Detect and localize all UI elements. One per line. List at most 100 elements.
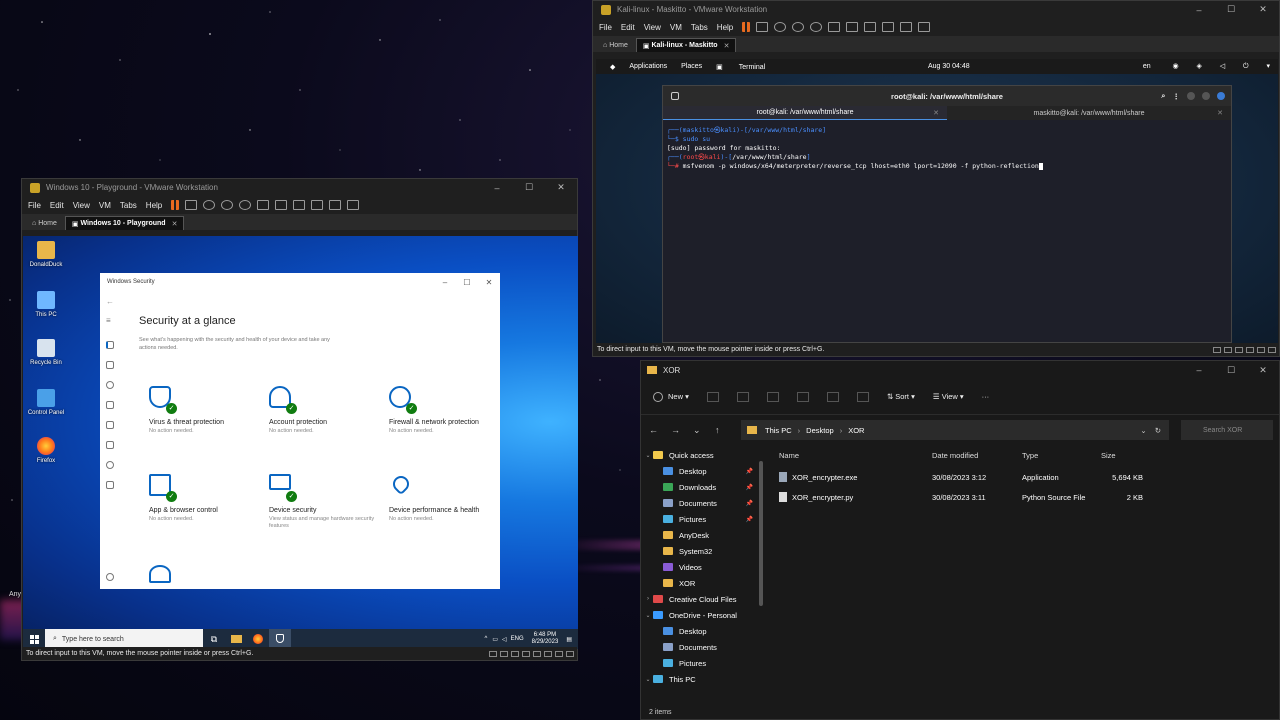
sidebar-item[interactable]: System32 (641, 543, 763, 559)
pin-icon[interactable]: 📌 (746, 500, 753, 507)
input-language[interactable]: ENG (511, 636, 524, 642)
address-bar[interactable]: This PC › Desktop › XOR ⌄ ↻ (741, 420, 1169, 440)
sidebar-item[interactable]: Pictures (641, 655, 763, 671)
snapshot-manager-icon[interactable] (239, 200, 252, 210)
applications-menu[interactable]: Applications (629, 63, 667, 70)
sidebar-toggle-icon[interactable] (828, 22, 841, 32)
volume-icon[interactable]: ◁ (1220, 63, 1225, 70)
tile-account-protection[interactable]: ✓ Account protection No action needed. (269, 386, 379, 435)
back-arrow-icon[interactable]: ← (106, 297, 114, 306)
usb-status-icon[interactable] (522, 650, 530, 657)
terminal-window[interactable]: root@kali: /var/www/html/share ⌕ ⋮ root@… (662, 85, 1232, 343)
maximize-icon[interactable] (1202, 92, 1210, 100)
tile-family-options[interactable] (149, 565, 259, 597)
menu-view[interactable]: View (73, 201, 90, 210)
menu-tabs[interactable]: Tabs (691, 23, 708, 32)
menu-edit[interactable]: Edit (621, 23, 635, 32)
windows-security-window[interactable]: Windows Security – ☐ ✕ ← ≡ Security at a… (100, 273, 500, 589)
maximize-icon[interactable]: ☐ (1215, 4, 1247, 15)
terminal-output[interactable]: ┌──(maskitto㉿kali)-[/var/www/html/share]… (663, 120, 1231, 177)
chevron-icon[interactable]: ⌄ (643, 452, 653, 459)
message-status-icon[interactable] (566, 650, 574, 657)
menu-help[interactable]: Help (717, 23, 733, 32)
explorer-titlebar[interactable]: XOR – ☐ ✕ (641, 361, 1279, 379)
desktop-icon-control-panel[interactable]: Control Panel (27, 389, 65, 416)
taskbar-clock[interactable]: 6:48 PM 8/29/2023 (532, 632, 559, 646)
console-view-icon[interactable] (900, 22, 913, 32)
column-name[interactable]: Name (775, 451, 932, 460)
usb-status-icon[interactable] (1235, 346, 1243, 353)
file-explorer-window[interactable]: XOR – ☐ ✕ New ▾ ⇅ Sort ▾ ☰ View ▾ ··· ← … (640, 360, 1280, 720)
pin-icon[interactable]: 📌 (746, 516, 753, 523)
paste-icon[interactable] (766, 391, 779, 402)
app-browser-icon[interactable] (106, 421, 114, 429)
terminal-titlebar[interactable]: root@kali: /var/www/html/share ⌕ ⋮ (663, 86, 1231, 106)
cd-status-icon[interactable] (500, 650, 508, 657)
places-menu[interactable]: Places (681, 63, 702, 70)
tab-kali-linux[interactable]: ▣ Kali-linux - Maskitto ✕ (635, 38, 737, 52)
sidebar-item[interactable]: › Creative Cloud Files (641, 591, 763, 607)
sidebar-item[interactable]: Documents (641, 639, 763, 655)
recent-locations-icon[interactable]: ⌄ (693, 425, 715, 436)
column-size[interactable]: Size (1097, 451, 1143, 460)
pin-icon[interactable]: 📌 (746, 484, 753, 491)
close-tab-icon[interactable]: ✕ (933, 109, 939, 117)
close-tab-icon[interactable]: ✕ (724, 42, 730, 50)
sidebar-item[interactable]: Videos (641, 559, 763, 575)
chevron-down-icon[interactable]: ⌄ (1140, 426, 1146, 435)
desktop-icon-recycle-bin[interactable]: Recycle Bin (27, 339, 65, 366)
vmware-titlebar[interactable]: Windows 10 - Playground - VMware Worksta… (22, 179, 577, 196)
notification-icon[interactable]: ▤ (566, 636, 572, 643)
tile-app-browser-control[interactable]: ✓ App & browser control No action needed… (149, 474, 259, 523)
shield-icon[interactable] (106, 361, 114, 369)
hdd-status-icon[interactable] (489, 650, 497, 657)
up-arrow-icon[interactable]: ↑ (715, 425, 737, 435)
sidebar-item[interactable]: ⌄ Quick access (641, 447, 763, 463)
menu-tabs[interactable]: Tabs (120, 201, 137, 210)
kebab-menu-icon[interactable]: ⋮ (1173, 92, 1181, 101)
thumbnail-icon[interactable] (846, 22, 859, 32)
sidebar-item[interactable]: AnyDesk (641, 527, 763, 543)
pause-icon[interactable] (742, 22, 751, 32)
close-icon[interactable]: ✕ (1247, 365, 1279, 376)
column-date-modified[interactable]: Date modified (932, 451, 1022, 460)
sidebar-item[interactable]: Desktop (641, 623, 763, 639)
tile-firewall-network-protection[interactable]: ✓ Firewall & network protection No actio… (389, 386, 499, 435)
minimize-icon[interactable]: – (1183, 5, 1215, 15)
security-titlebar[interactable]: Windows Security – ☐ ✕ (100, 273, 500, 291)
table-row[interactable]: XOR_encrypter.exe 30/08/2023 3:12 Applic… (775, 467, 1279, 487)
network-status-icon[interactable] (1224, 346, 1232, 353)
new-tab-icon[interactable] (671, 92, 679, 100)
rename-icon[interactable] (796, 391, 809, 402)
chevron-up-icon[interactable]: ^ (484, 636, 487, 642)
copy-icon[interactable] (736, 391, 749, 402)
send-ctrl-alt-del-icon[interactable] (185, 200, 198, 210)
search-icon[interactable]: ⌕ (1161, 91, 1165, 101)
home-icon[interactable] (106, 341, 114, 349)
minimize-icon[interactable]: – (481, 183, 513, 193)
close-icon[interactable]: ✕ (478, 278, 500, 287)
breadcrumb-desktop[interactable]: Desktop (806, 426, 834, 435)
delete-icon[interactable] (856, 391, 869, 402)
wifi-icon[interactable] (106, 401, 114, 409)
network-status-icon[interactable] (511, 650, 519, 657)
sidebar-item[interactable]: XOR (641, 575, 763, 591)
table-row[interactable]: XOR_encrypter.py 30/08/2023 3:11 Python … (775, 487, 1279, 507)
sidebar-item[interactable]: ⌄ OneDrive - Personal (641, 607, 763, 623)
network-icon[interactable]: ◈ (1196, 63, 1201, 70)
kali-menu-icon[interactable]: ◆ (610, 63, 615, 71)
cut-icon[interactable] (706, 391, 719, 402)
sidebar-item[interactable]: Pictures 📌 (641, 511, 763, 527)
sidebar-item[interactable]: Documents 📌 (641, 495, 763, 511)
network-icon[interactable]: ▭ (492, 636, 498, 643)
windows-security-taskbar-icon[interactable] (269, 629, 291, 649)
share-icon[interactable] (826, 391, 839, 402)
menu-file[interactable]: File (28, 201, 41, 210)
sound-status-icon[interactable] (1246, 346, 1254, 353)
tile-device-security[interactable]: ✓ Device security View status and manage… (269, 474, 379, 530)
task-view-icon[interactable]: ⧉ (203, 629, 225, 649)
vmware-window-kali[interactable]: Kali-linux - Maskitto - VMware Workstati… (592, 0, 1280, 357)
tile-device-performance-health[interactable]: Device performance & health No action ne… (389, 472, 499, 523)
keyboard-layout[interactable]: en (1143, 63, 1151, 70)
fullscreen-icon[interactable] (293, 200, 306, 210)
